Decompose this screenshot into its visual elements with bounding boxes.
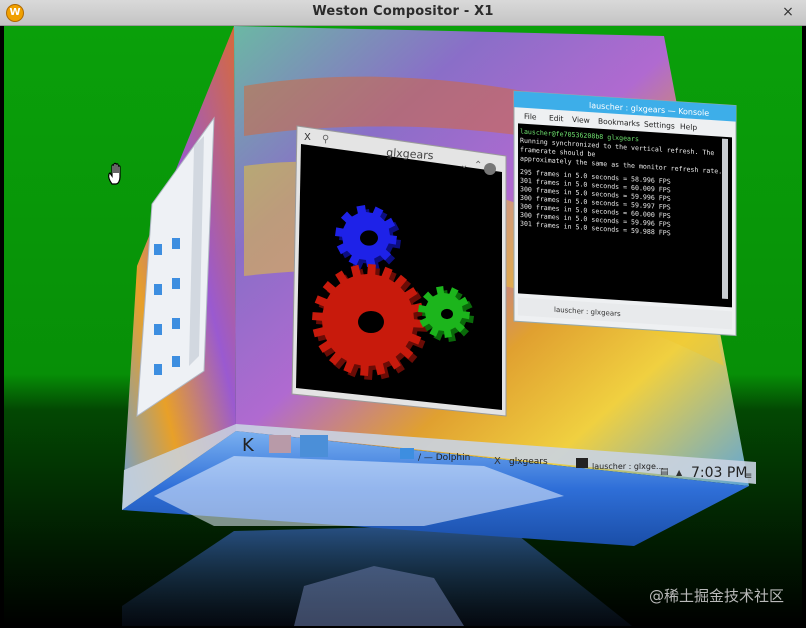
glxgears-close-button[interactable]: [484, 163, 496, 175]
hand-cursor-icon: [108, 162, 121, 185]
watermark: @稀土掘金技术社区: [648, 587, 784, 605]
konsole-scrollbar[interactable]: [722, 138, 728, 300]
konsole-menu-file[interactable]: File: [524, 112, 537, 122]
compositor-scene[interactable]: glxgears X ⚲ ⌄ ⌃ lauscher : glxgears — K…: [4, 26, 802, 626]
x-task-icon: X: [494, 456, 501, 467]
konsole-menu-view[interactable]: View: [572, 115, 590, 125]
window-titlebar[interactable]: W Weston Compositor - X1 ×: [0, 0, 806, 26]
konsole-menu-help[interactable]: Help: [680, 122, 697, 132]
panel-menu-icon[interactable]: ≡: [744, 471, 752, 482]
expand-tray-icon[interactable]: ▲: [676, 468, 683, 477]
pager-desktop-1[interactable]: [269, 435, 291, 453]
cube-scene: glxgears X ⚲ ⌄ ⌃ lauscher : glxgears — K…: [4, 26, 802, 626]
pager-desktop-2[interactable]: [300, 435, 328, 457]
clock[interactable]: 7:03 PM: [691, 465, 747, 481]
clipboard-icon[interactable]: ▤: [660, 467, 669, 477]
gear-blue-hole: [360, 230, 378, 246]
window-title: Weston Compositor - X1: [312, 4, 494, 19]
task-konsole[interactable]: lauscher : glxge…: [592, 462, 664, 471]
task-glxgears[interactable]: glxgears: [509, 457, 548, 467]
maximize-icon[interactable]: ⌃: [474, 160, 482, 171]
x-app-icon: X: [304, 132, 311, 143]
weston-window: W Weston Compositor - X1 × glxgears X ⚲ …: [0, 0, 806, 628]
task-dolphin[interactable]: / — Dolphin: [418, 453, 470, 463]
gear-red-hole: [358, 310, 384, 334]
folder-icon: [400, 448, 414, 459]
kde-launcher-icon[interactable]: K: [242, 435, 255, 456]
close-button[interactable]: ×: [780, 4, 796, 20]
minimize-icon[interactable]: ⌄: [460, 160, 468, 171]
gear-green-hole: [441, 308, 453, 320]
konsole-menu-edit[interactable]: Edit: [549, 113, 564, 123]
glxgears-window[interactable]: glxgears X ⚲ ⌄ ⌃: [291, 125, 507, 417]
pin-icon[interactable]: ⚲: [322, 134, 329, 145]
terminal-icon: [576, 458, 588, 468]
konsole-window[interactable]: lauscher : glxgears — Konsole File Edit Vi…: [513, 90, 737, 337]
